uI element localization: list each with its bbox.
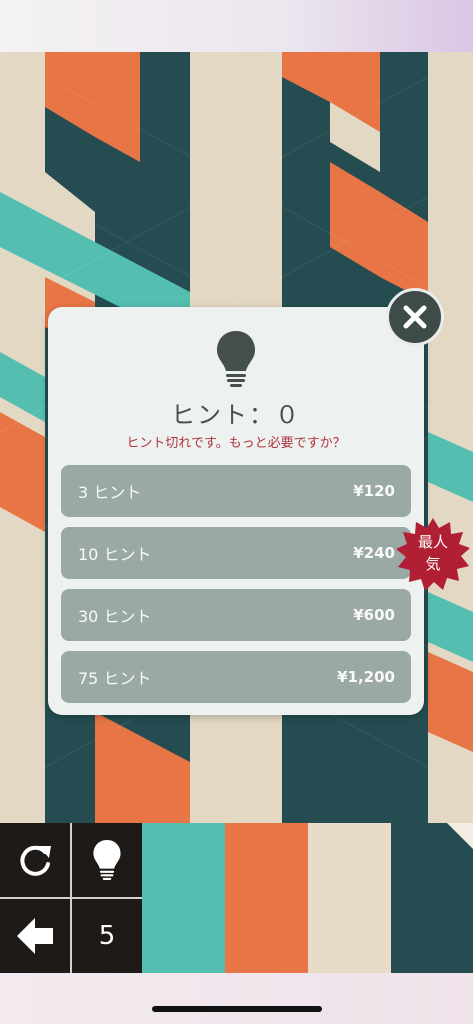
option-label: 10 ヒント [78, 545, 152, 564]
color-palette[interactable] [142, 823, 473, 973]
hint-purchase-dialog: ヒント：０ ヒント切れです。もっと必要ですか？ 3 ヒント ¥120 10 ヒン… [48, 307, 424, 715]
out-of-hints-message: ヒント切れです。もっと必要ですか？ [126, 436, 346, 451]
close-button[interactable] [386, 288, 444, 346]
status-bar [0, 0, 473, 52]
palette-swatch-cream [308, 823, 391, 973]
palette-swatch-teal [142, 823, 225, 973]
bottom-safe-area [0, 973, 473, 1024]
close-icon [403, 305, 427, 329]
hint-button[interactable] [72, 823, 142, 897]
option-price: ¥120 [353, 482, 395, 500]
option-label: 30 ヒント [78, 607, 152, 626]
buy-30-hints-button[interactable]: 30 ヒント ¥600 [61, 589, 411, 641]
lightbulb-icon [93, 840, 121, 880]
option-price: ¥1,200 [337, 668, 395, 686]
option-price: ¥240 [353, 544, 395, 562]
palette-swatch-dark [391, 823, 473, 973]
option-label: 3 ヒント [78, 483, 142, 502]
buy-3-hints-button[interactable]: 3 ヒント ¥120 [61, 465, 411, 517]
back-arrow-icon [17, 918, 53, 954]
hint-count-title: ヒント：０ [171, 401, 301, 429]
grid-divider [0, 897, 142, 899]
option-price: ¥600 [353, 606, 395, 624]
restart-icon [20, 845, 51, 876]
most-popular-badge: 最人 気 [396, 518, 470, 592]
restart-button[interactable] [0, 823, 70, 897]
game-controls: 5 [0, 823, 142, 973]
home-indicator[interactable] [152, 1006, 322, 1012]
palette-swatch-orange [225, 823, 308, 973]
back-button[interactable] [0, 899, 70, 973]
buy-75-hints-button[interactable]: 75 ヒント ¥1,200 [61, 651, 411, 703]
option-label: 75 ヒント [78, 669, 152, 688]
buy-10-hints-button[interactable]: 10 ヒント ¥240 [61, 527, 411, 579]
moves-counter: 5 [98, 921, 116, 951]
badge-label: 最人 気 [417, 533, 448, 573]
lightbulb-icon [215, 329, 257, 389]
